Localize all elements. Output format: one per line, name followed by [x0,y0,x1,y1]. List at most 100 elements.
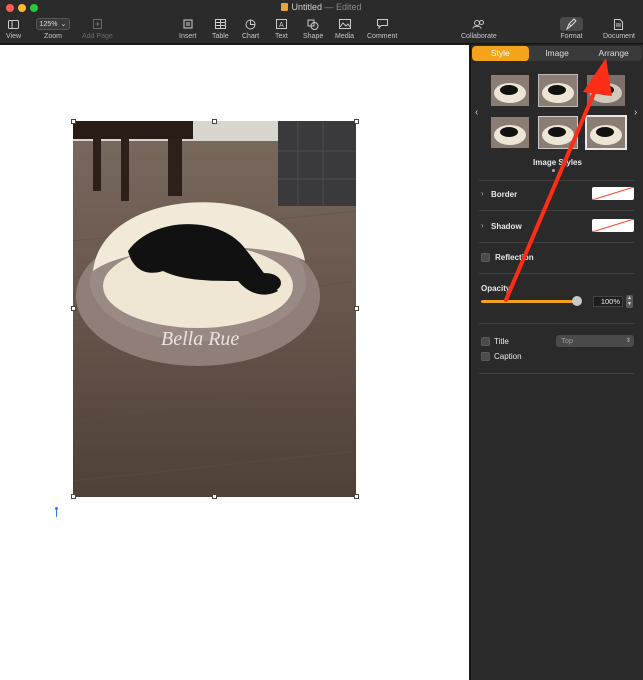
resize-handle-top-left[interactable] [71,119,76,124]
zoom-label: Zoom [44,33,62,40]
comment-label: Comment [367,33,398,40]
resize-handle-top[interactable] [212,119,217,124]
window-title: Untitled — Edited [0,2,643,12]
image-style-thumbnail[interactable] [491,75,529,106]
image-style-thumbnail[interactable] [538,116,578,149]
pages-document-icon [281,3,289,11]
opacity-slider-knob[interactable] [572,296,582,306]
divider [479,210,634,211]
image-style-thumbnail[interactable] [587,75,625,106]
collaborate-button[interactable]: Collaborate [461,17,497,40]
opacity-slider-track[interactable] [481,300,579,303]
shadow-label[interactable]: Shadow [491,222,522,231]
divider [479,323,634,324]
resize-handle-bottom-right[interactable] [354,494,359,499]
title-position-value: Top [561,336,574,345]
shadow-color-well[interactable] [592,219,634,232]
title-checkbox[interactable] [481,337,490,346]
image-styles-grid [491,74,627,150]
resize-handle-top-right[interactable] [354,119,359,124]
opacity-stepper[interactable]: ▲ ▼ [626,295,633,308]
document-label: Document [603,33,635,40]
border-label[interactable]: Border [491,190,517,199]
edited-status: Edited [336,2,362,12]
image-styles-label: Image Styles [533,158,582,167]
chevron-right-icon[interactable]: › [634,107,637,118]
title-position-select[interactable]: Top ⇕ [556,335,634,347]
title-label: Title [494,337,509,346]
chevron-left-icon[interactable]: ‹ [475,107,478,118]
tab-arrange[interactable]: Arrange [585,46,642,61]
dog-bed-photo[interactable]: Bella Rue [73,121,356,497]
format-button[interactable]: Format [560,17,583,40]
add-page-label: Add Page [82,33,113,40]
insert-button[interactable]: Insert [179,17,197,40]
view-button[interactable]: View [6,17,21,40]
collaborate-label: Collaborate [461,33,497,40]
reflection-checkbox[interactable] [481,253,490,262]
media-icon [338,17,351,31]
chevron-down-icon: ⌄ [60,21,67,28]
format-tabs: Style Image Arrange [472,46,642,61]
reflection-label: Reflection [495,253,534,262]
chevron-updown-icon: ⇕ [625,338,631,344]
document-button[interactable]: Document [603,17,635,40]
disclosure-chevron-icon[interactable]: › [481,189,484,198]
tab-style[interactable]: Style [472,46,529,61]
window-toolbar: Untitled — Edited View 125% ⌄ Zoom Add Pa… [0,0,643,44]
divider [479,180,634,181]
sidebar-icon [8,17,20,31]
bed-embroidery-text: Bella Rue [161,328,239,350]
text-label: Text [275,33,288,40]
image-style-thumbnail[interactable] [491,117,529,148]
text-box-icon: A [275,17,287,31]
resize-handle-left[interactable] [71,306,76,311]
comment-icon [376,17,388,31]
table-icon [214,17,226,31]
shape-label: Shape [303,33,324,40]
page-indicator-dot [552,169,555,172]
insert-label: Insert [179,33,197,40]
paintbrush-icon [560,17,583,31]
shape-button[interactable]: Shape [303,17,323,40]
disclosure-chevron-icon[interactable]: › [481,221,484,230]
zoom-select[interactable]: 125% ⌄ [36,18,70,30]
divider [479,273,634,274]
collaborate-icon [472,17,485,31]
view-label: View [6,33,22,40]
comment-button[interactable]: Comment [367,17,397,40]
shape-icon [307,17,319,31]
title-separator: — [324,2,334,12]
zoom-control[interactable]: 125% ⌄ Zoom [36,17,70,40]
insert-icon [182,17,193,31]
tab-image[interactable]: Image [529,46,586,61]
add-page-icon [92,17,102,31]
chart-icon [245,17,256,31]
chart-button[interactable]: Chart [242,17,259,40]
caption-label: Caption [494,352,522,361]
resize-handle-bottom-left[interactable] [71,494,76,499]
media-label: Media [335,33,355,40]
zoom-value: 125% [39,20,58,28]
opacity-input[interactable]: 100% [593,296,623,307]
document-icon [614,17,624,31]
format-label: Format [560,33,583,40]
opacity-label: Opacity [481,284,511,293]
media-button[interactable]: Media [335,17,354,40]
border-color-well[interactable] [592,187,634,200]
document-canvas[interactable]: Bella Rue [0,45,469,680]
text-button[interactable]: A Text [275,17,288,40]
resize-handle-bottom[interactable] [212,494,217,499]
caption-checkbox[interactable] [481,352,490,361]
table-button[interactable]: Table [212,17,229,40]
image-style-thumbnail[interactable] [538,74,578,107]
divider [479,373,634,374]
divider [479,242,634,243]
table-label: Table [212,33,229,40]
add-page-button[interactable]: Add Page [82,17,113,40]
chart-label: Chart [242,33,260,40]
resize-handle-right[interactable] [354,306,359,311]
svg-text:A: A [279,22,284,29]
text-insertion-point-icon [55,507,58,517]
image-style-thumbnail-selected[interactable] [585,115,627,150]
